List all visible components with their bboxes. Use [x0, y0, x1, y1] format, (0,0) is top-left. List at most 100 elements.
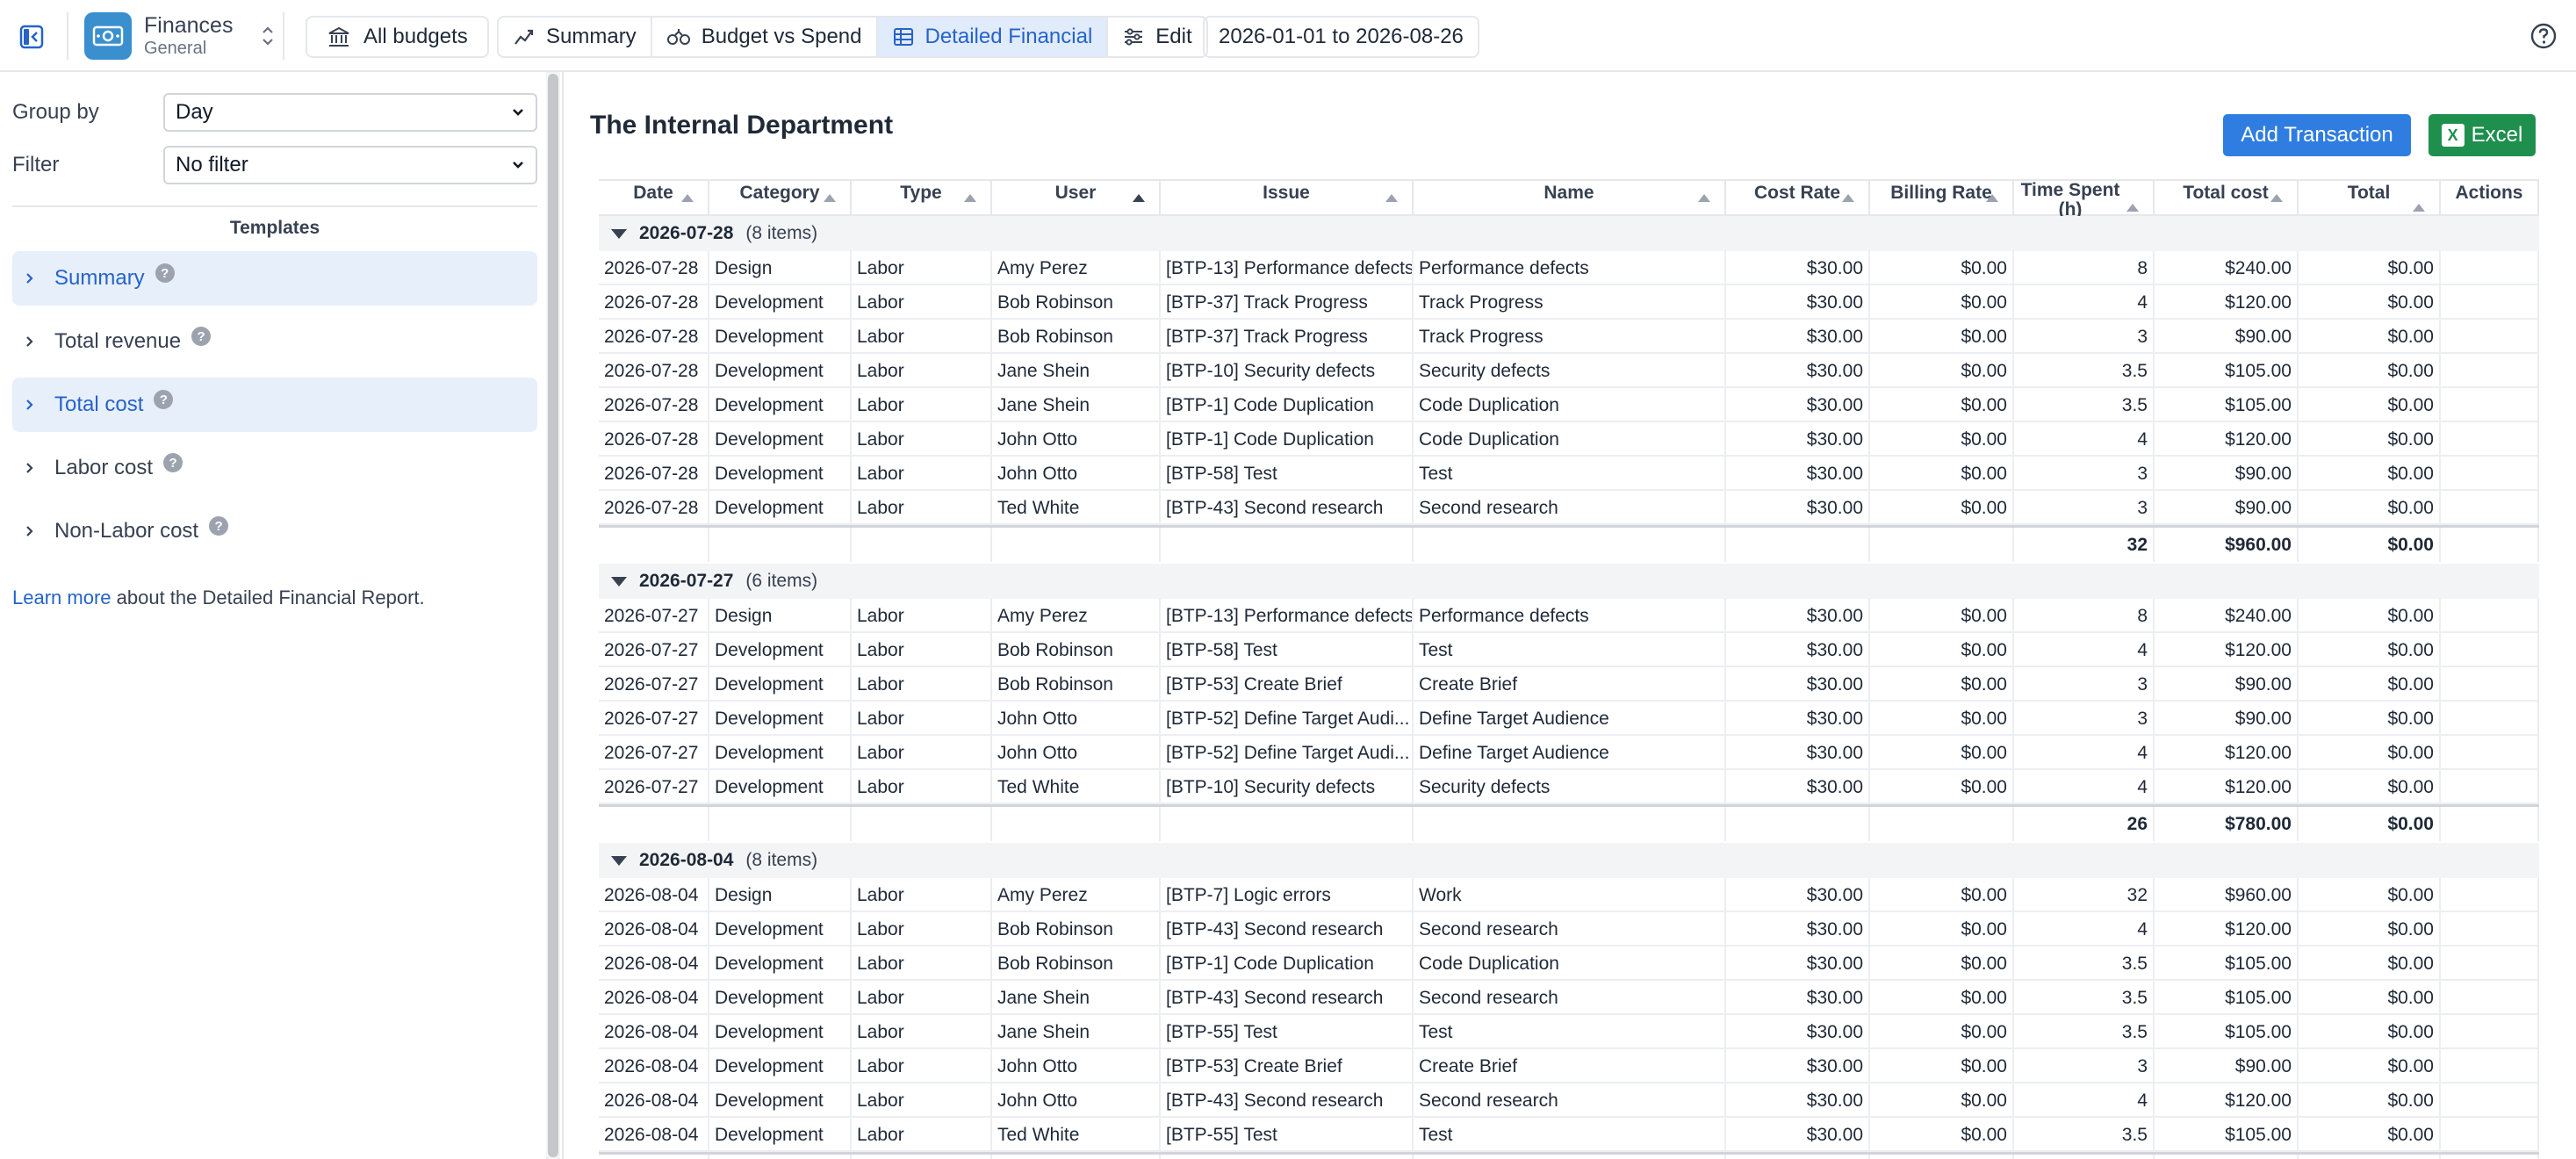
table-row[interactable]: 2026-08-04 Development Labor Bob Robinson [B…	[599, 947, 2539, 981]
tab-summary[interactable]: Summary	[499, 18, 652, 56]
table-row[interactable]: 2026-08-04 Design Labor Amy Perez [BTP-7] Lo…	[599, 878, 2539, 912]
cell-actions[interactable]	[2441, 1049, 2539, 1083]
table-row[interactable]: 2026-07-28 Development Labor John Otto [BTP-…	[599, 422, 2539, 457]
column-header-time-spent[interactable]: Time Spent (h)	[2014, 181, 2155, 216]
app-switcher[interactable]: Finances General	[84, 9, 275, 63]
cell-actions[interactable]	[2441, 599, 2539, 633]
cell-billing-rate: $0.00	[1870, 1118, 2014, 1152]
column-header-total[interactable]: Total	[2299, 181, 2441, 216]
cell-actions[interactable]	[2441, 1118, 2539, 1152]
sort-arrow-icon[interactable]	[1842, 194, 1854, 202]
table-row[interactable]: 2026-08-04 Development Labor John Otto [BTP-…	[599, 1083, 2539, 1118]
cell-actions[interactable]	[2441, 1083, 2539, 1118]
tab-budget-vs-spend[interactable]: Budget vs Spend	[652, 18, 878, 56]
table-row[interactable]: 2026-07-28 Development Labor Ted White [BTP-…	[599, 491, 2539, 525]
collapse-caret-icon[interactable]	[611, 855, 627, 866]
table-row[interactable]: 2026-08-04 Development Labor John Otto [BTP-…	[599, 1049, 2539, 1083]
cell-actions[interactable]	[2441, 947, 2539, 981]
cell-actions[interactable]	[2441, 878, 2539, 912]
column-header-date[interactable]: Date	[599, 181, 709, 216]
help-circle-icon[interactable]: ?	[163, 453, 183, 472]
cell-actions[interactable]	[2441, 633, 2539, 667]
template-labor-cost[interactable]: Labor cost?	[12, 441, 537, 495]
sort-arrow-icon[interactable]	[681, 194, 694, 202]
cell-actions[interactable]	[2441, 388, 2539, 422]
cell-actions[interactable]	[2441, 1015, 2539, 1049]
table-row[interactable]: 2026-07-27 Design Labor Amy Perez [BTP-13] P…	[599, 599, 2539, 633]
template-total-cost[interactable]: Total cost?	[12, 378, 537, 432]
group-by-select[interactable]: Day	[163, 93, 537, 132]
tab-edit[interactable]: Edit	[1108, 18, 1205, 56]
table-row[interactable]: 2026-07-28 Design Labor Amy Perez [BTP-13] P…	[599, 251, 2539, 285]
table-row[interactable]: 2026-07-28 Development Labor Jane Shein [BTP…	[599, 388, 2539, 422]
collapse-caret-icon[interactable]	[611, 228, 627, 239]
table-row[interactable]: 2026-08-04 Development Labor Jane Shein [BTP…	[599, 981, 2539, 1015]
column-header-category[interactable]: Category	[709, 181, 852, 216]
sort-arrow-icon[interactable]	[2126, 204, 2139, 212]
learn-more-link[interactable]: Learn more	[12, 587, 112, 608]
table-row[interactable]: 2026-08-04 Development Labor Jane Shein [BTP…	[599, 1015, 2539, 1049]
sort-arrow-icon[interactable]	[824, 194, 836, 202]
table-row[interactable]: 2026-08-04 Development Labor Ted White [BTP-…	[599, 1118, 2539, 1152]
table-row[interactable]: 2026-07-28 Development Labor John Otto [BTP-…	[599, 457, 2539, 491]
sort-arrow-icon[interactable]	[1385, 194, 1398, 202]
column-header-user[interactable]: User	[992, 181, 1161, 216]
help-circle-icon[interactable]: ?	[154, 390, 174, 409]
excel-export-button[interactable]: X Excel	[2428, 114, 2536, 156]
column-header-actions[interactable]: Actions	[2441, 181, 2539, 216]
cell-actions[interactable]	[2441, 491, 2539, 525]
cell-actions[interactable]	[2441, 354, 2539, 388]
cell-actions[interactable]	[2441, 285, 2539, 320]
group-header-row[interactable]: 2026-07-27 (6 items)	[599, 564, 2539, 599]
date-range-picker[interactable]: 2026-01-01 to 2026-08-26	[1203, 16, 1479, 58]
cell-actions[interactable]	[2441, 667, 2539, 702]
help-circle-icon[interactable]: ?	[209, 516, 229, 536]
sidebar-toggle-button[interactable]	[12, 18, 51, 56]
table-row[interactable]: 2026-07-28 Development Labor Bob Robinson [B…	[599, 320, 2539, 354]
sort-arrow-icon[interactable]	[1986, 194, 1998, 202]
cell-user: Amy Perez	[992, 599, 1161, 633]
table-row[interactable]: 2026-07-27 Development Labor Bob Robinson [B…	[599, 667, 2539, 702]
sort-arrow-icon[interactable]	[2270, 194, 2283, 202]
cell-actions[interactable]	[2441, 702, 2539, 736]
group-header-row[interactable]: 2026-08-04 (8 items)	[599, 843, 2539, 878]
tab-detailed-financial[interactable]: Detailed Financial	[877, 18, 1109, 56]
help-circle-icon[interactable]: ?	[191, 327, 212, 346]
template-total-revenue[interactable]: Total revenue?	[12, 314, 537, 369]
template-summary[interactable]: Summary?	[12, 251, 537, 306]
template-non-labor-cost[interactable]: Non-Labor cost?	[12, 504, 537, 558]
cell-actions[interactable]	[2441, 981, 2539, 1015]
column-header-cost-rate[interactable]: Cost Rate	[1726, 181, 1870, 216]
table-row[interactable]: 2026-07-27 Development Labor John Otto [BTP-…	[599, 736, 2539, 770]
cell-actions[interactable]	[2441, 320, 2539, 354]
collapse-caret-icon[interactable]	[611, 576, 627, 587]
cell-actions[interactable]	[2441, 736, 2539, 770]
sort-arrow-icon[interactable]	[1133, 194, 1145, 202]
table-row[interactable]: 2026-07-28 Development Labor Jane Shein [BTP…	[599, 354, 2539, 388]
cell-actions[interactable]	[2441, 912, 2539, 947]
filter-select[interactable]: No filter	[163, 146, 537, 184]
table-row[interactable]: 2026-07-27 Development Labor Bob Robinson [B…	[599, 633, 2539, 667]
sidebar-scrollbar-thumb[interactable]	[548, 74, 558, 1157]
column-header-total-cost[interactable]: Total cost	[2155, 181, 2299, 216]
table-row[interactable]: 2026-07-27 Development Labor John Otto [BTP-…	[599, 702, 2539, 736]
sort-arrow-icon[interactable]	[2413, 204, 2425, 212]
sort-arrow-icon[interactable]	[964, 194, 976, 202]
sort-arrow-icon[interactable]	[1698, 194, 1710, 202]
group-header-row[interactable]: 2026-07-28 (8 items)	[599, 216, 2539, 251]
column-header-billing-rate[interactable]: Billing Rate	[1870, 181, 2014, 216]
add-transaction-button[interactable]: Add Transaction	[2223, 114, 2411, 156]
cell-actions[interactable]	[2441, 422, 2539, 457]
all-budgets-button[interactable]: All budgets	[306, 16, 489, 58]
column-header-type[interactable]: Type	[852, 181, 992, 216]
cell-actions[interactable]	[2441, 770, 2539, 804]
cell-actions[interactable]	[2441, 457, 2539, 491]
column-header-issue[interactable]: Issue	[1161, 181, 1414, 216]
column-header-name[interactable]: Name	[1414, 181, 1726, 216]
table-row[interactable]: 2026-07-27 Development Labor Ted White [BTP-…	[599, 770, 2539, 804]
cell-actions[interactable]	[2441, 251, 2539, 285]
table-row[interactable]: 2026-08-04 Development Labor Bob Robinson [B…	[599, 912, 2539, 947]
help-button[interactable]	[2529, 21, 2558, 51]
table-row[interactable]: 2026-07-28 Development Labor Bob Robinson [B…	[599, 285, 2539, 320]
help-circle-icon[interactable]: ?	[155, 263, 175, 283]
